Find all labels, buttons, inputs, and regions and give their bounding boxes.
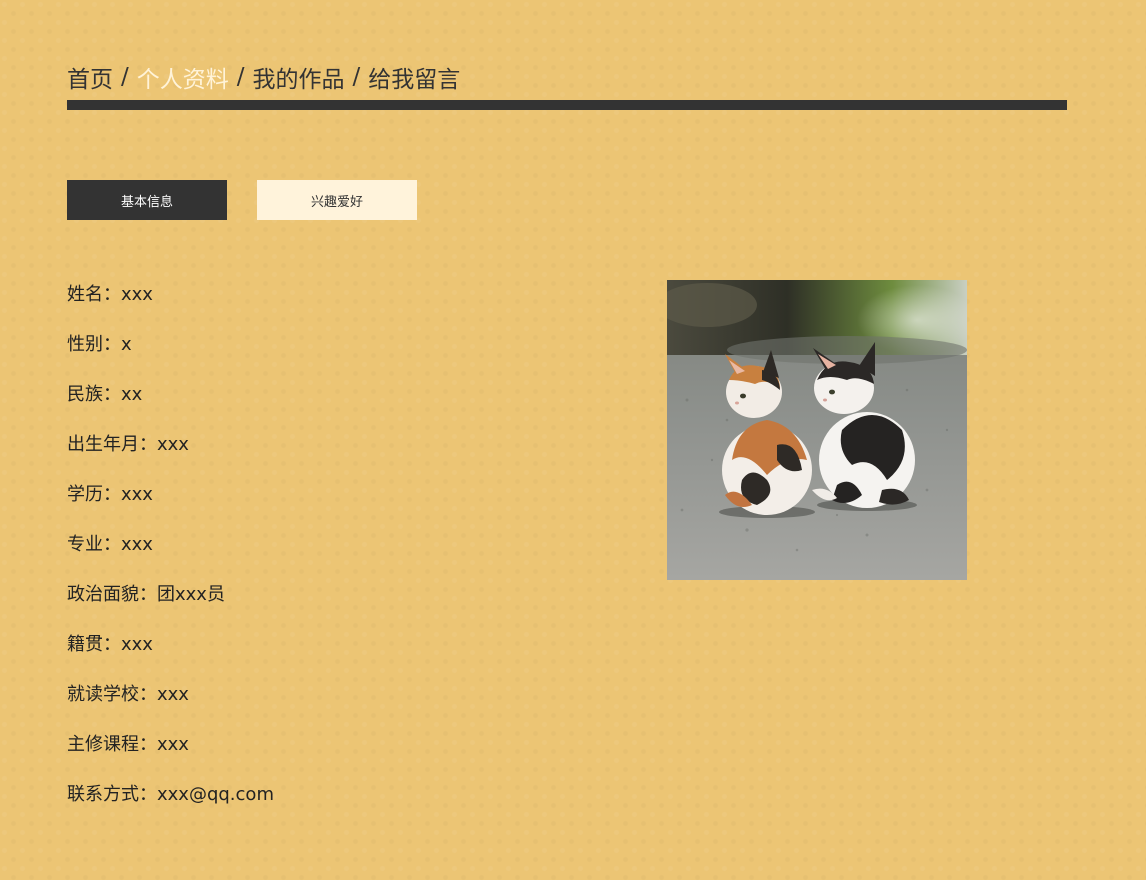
- nav-home-link[interactable]: 首页: [67, 60, 113, 94]
- profile-info-list: 姓名：xxx 性别：x 民族：xx 出生年月：xxx 学历：xxx 专业：xxx…: [67, 280, 274, 830]
- info-birthdate: 出生年月：xxx: [67, 434, 189, 455]
- info-name: 姓名：xxx: [67, 284, 153, 305]
- tab-basic-info[interactable]: 基本信息: [67, 180, 227, 220]
- info-courses: 主修课程：xxx: [67, 734, 189, 755]
- info-political-status: 政治面貌：团xxx员: [67, 584, 225, 605]
- tab-hobbies[interactable]: 兴趣爱好: [257, 180, 417, 220]
- info-school: 就读学校：xxx: [67, 684, 189, 705]
- breadcrumb: 首页 / 个人资料 / 我的作品 / 给我留言: [67, 60, 460, 94]
- info-hometown: 籍贯：xxx: [67, 634, 153, 655]
- nav-message-link[interactable]: 给我留言: [368, 60, 460, 94]
- info-ethnicity: 民族：xx: [67, 384, 143, 405]
- nav-underline-bar: [67, 100, 1067, 110]
- info-contact: 联系方式：xxx@qq.com: [67, 784, 274, 805]
- nav-works-link[interactable]: 我的作品: [253, 60, 345, 94]
- info-gender: 性别：x: [67, 334, 132, 355]
- breadcrumb-separator: /: [121, 64, 129, 90]
- two-kittens-photo: [667, 280, 967, 580]
- breadcrumb-separator: /: [352, 64, 361, 90]
- breadcrumb-separator: /: [236, 64, 245, 90]
- nav-profile-link[interactable]: 个人资料: [137, 60, 229, 94]
- info-major: 专业：xxx: [67, 534, 153, 555]
- info-education: 学历：xxx: [67, 484, 153, 505]
